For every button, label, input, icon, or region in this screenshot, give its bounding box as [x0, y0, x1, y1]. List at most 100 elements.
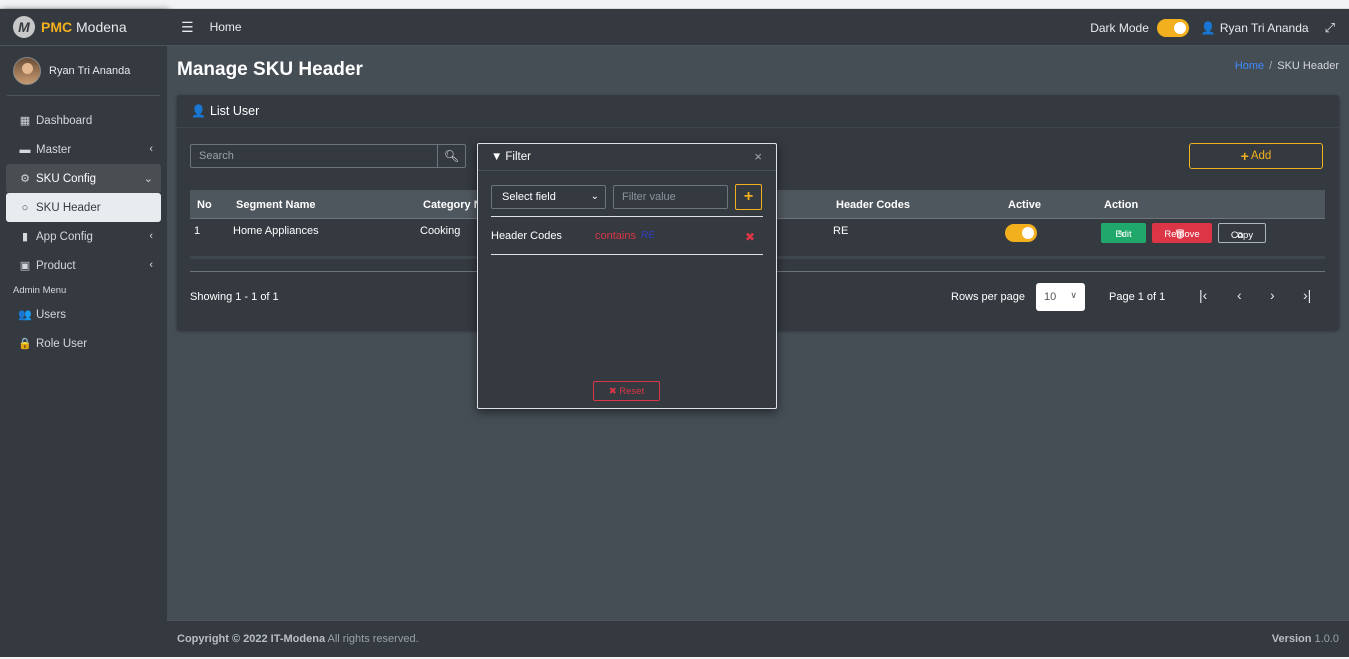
avatar [13, 56, 41, 85]
sidebar-section-header: Admin Menu [13, 284, 67, 296]
user-cog-icon: 👤 [191, 104, 206, 118]
circle-icon: ○ [21, 201, 29, 214]
rows-per-page-select[interactable]: 10 ∨ [1036, 283, 1085, 311]
filter-header: ▼ Filter [478, 144, 776, 171]
sidebar-item-label: SKU Header [36, 201, 101, 214]
navbar-user-name: Ryan Tri Ananda [1219, 20, 1309, 35]
footer: Copyright © 2022 IT-Modena All rights re… [167, 620, 1349, 657]
reset-button[interactable]: ✖ Reset [593, 381, 660, 401]
browser-top-strip [0, 0, 1349, 9]
chevron-down-icon: ⌄ [143, 173, 153, 185]
navbar-user-menu[interactable]: 👤 Ryan Tri Ananda [1201, 21, 1309, 35]
grid-icon: ▦ [19, 115, 31, 127]
hamburger-menu-icon[interactable]: ☰ [181, 19, 194, 36]
briefcase-icon: ▣ [19, 260, 31, 272]
nav-home-link[interactable]: Home [210, 20, 242, 34]
brand-logo-icon: M [13, 16, 35, 38]
filter-value-input[interactable] [613, 185, 728, 209]
next-page-icon[interactable]: › [1270, 287, 1275, 303]
active-toggle[interactable] [1005, 224, 1037, 242]
close-icon: ✖ [608, 385, 617, 397]
add-button[interactable]: + Add [1189, 143, 1323, 169]
sidebar-item-label: Product [36, 259, 76, 272]
close-icon[interactable]: × [754, 149, 762, 164]
sidebar-item-label: Dashboard [36, 114, 93, 127]
column-header-no[interactable]: No [197, 199, 212, 211]
sidebar-item-app-config[interactable]: ▮ App Config ‹ [6, 222, 161, 251]
filter-divider [491, 216, 763, 217]
sidebar-item-sku-header[interactable]: ○ SKU Header [6, 193, 161, 222]
brand-name: PMC Modena [41, 19, 127, 35]
edit-button[interactable]: ✎ Edit [1101, 223, 1146, 243]
users-icon: 👥 [18, 309, 32, 321]
column-header-segment-name[interactable]: Segment Name [236, 199, 315, 211]
version-text: Version 1.0.0 [1271, 633, 1339, 645]
car-icon: ▬ [19, 143, 31, 156]
previous-page-icon[interactable]: ‹ [1237, 287, 1242, 303]
showing-count: Showing 1 - 1 of 1 [190, 291, 279, 303]
sidebar-nav: ▦ Dashboard ▬ Master ‹ ⚙ SKU Config ⌄ ○ … [0, 106, 167, 358]
search-icon[interactable]: 🔍︎ [437, 145, 465, 167]
breadcrumb-current: SKU Header [1277, 60, 1339, 72]
column-header-action: Action [1104, 199, 1139, 211]
chevron-left-icon: ‹ [149, 143, 153, 155]
navbar-right: Dark Mode 👤 Ryan Tri Ananda ⤢ [1090, 9, 1335, 46]
copyright-text: Copyright © 2022 IT-Modena All rights re… [177, 633, 419, 645]
mobile-icon: ▮ [21, 231, 29, 243]
sidebar-user-name: Ryan Tri Ananda [49, 64, 131, 77]
sidebar-item-users[interactable]: 👥 Users [6, 300, 161, 329]
sidebar-item-sku-config[interactable]: ⚙ SKU Config ⌄ [6, 164, 161, 193]
filter-popup: ▼ Filter × Select field ⌄ + Header Codes… [477, 143, 777, 409]
delete-rule-icon[interactable]: ✖ [745, 230, 755, 244]
sidebar-item-label: Role User [36, 337, 88, 350]
gear-icon: ⚙ [20, 173, 30, 185]
sidebar-item-product[interactable]: ▣ Product ‹ [6, 251, 161, 280]
last-page-icon[interactable]: ›| [1303, 287, 1311, 303]
card-header: 👤 List User [177, 95, 1339, 128]
breadcrumb-home-link[interactable]: Home [1235, 60, 1264, 72]
cell-header-codes: RE [833, 225, 849, 237]
filter-rule-operator: contains [595, 230, 636, 242]
copy-button[interactable]: ⧉ Copy [1218, 223, 1266, 243]
filter-title: Filter [505, 151, 531, 163]
sidebar-item-dashboard[interactable]: ▦ Dashboard [6, 106, 161, 135]
chevron-left-icon: ‹ [149, 259, 153, 271]
dark-mode-label: Dark Mode [1090, 20, 1149, 35]
sidebar-item-label: SKU Config [36, 172, 97, 185]
search-input[interactable] [191, 145, 437, 167]
user-panel[interactable]: Ryan Tri Ananda [7, 46, 160, 96]
card-title: List User [209, 104, 260, 118]
filter-rule-value: RE [641, 230, 655, 241]
add-filter-button[interactable]: + [735, 184, 762, 210]
dark-mode-toggle[interactable] [1156, 18, 1189, 37]
fullscreen-icon[interactable]: ⤢ [1325, 20, 1335, 36]
chevron-down-icon: ⌄ [590, 191, 599, 202]
page-title: Manage SKU Header [177, 59, 363, 80]
user-icon: 👤 [1200, 20, 1216, 35]
chevron-down-icon: ∨ [1070, 290, 1077, 300]
filter-rule: Header Codes contains RE ✖ [491, 230, 763, 244]
sidebar-item-label: Master [36, 143, 72, 156]
cell-no: 1 [194, 225, 201, 237]
filter-rule-field: Header Codes [491, 230, 562, 242]
sidebar-item-master[interactable]: ▬ Master ‹ [6, 135, 161, 164]
sidebar: M PMC Modena Ryan Tri Ananda ▦ Dashboard… [0, 9, 167, 657]
remove-button[interactable]: 🗑 Remove [1152, 223, 1212, 243]
cell-category: Cooking [420, 225, 461, 237]
sidebar-item-label: Users [36, 308, 67, 321]
brand[interactable]: M PMC Modena [0, 9, 167, 46]
breadcrumb: Home / SKU Header [1235, 60, 1339, 72]
sidebar-item-role-user[interactable]: 🔒 Role User [6, 329, 161, 358]
filter-field-select[interactable]: Select field ⌄ [491, 185, 606, 209]
page-info: Page 1 of 1 [1109, 291, 1166, 303]
top-navbar: ☰ Home Dark Mode 👤 Ryan Tri Ananda ⤢ [167, 9, 1349, 46]
lock-icon: 🔒 [18, 338, 32, 350]
search-box: 🔍︎ [190, 144, 466, 168]
plus-icon: + [1240, 148, 1249, 164]
breadcrumb-separator: / [1269, 60, 1273, 72]
column-header-category[interactable]: Category N [423, 199, 482, 211]
column-header-header-codes[interactable]: Header Codes [836, 199, 910, 211]
cell-segment-name: Home Appliances [233, 225, 319, 237]
column-header-active[interactable]: Active [1008, 199, 1041, 211]
first-page-icon[interactable]: |‹ [1199, 287, 1207, 303]
